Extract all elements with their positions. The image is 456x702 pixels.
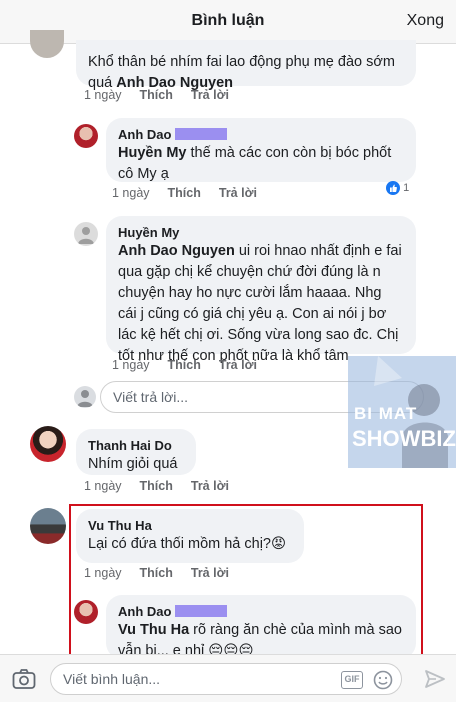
author-row: Anh Dao	[118, 603, 404, 620]
gif-button[interactable]: GIF	[341, 671, 363, 689]
author-name[interactable]: Anh Dao	[118, 604, 171, 619]
timestamp: 1 ngày	[84, 88, 122, 102]
timestamp: 1 ngày	[112, 358, 150, 372]
timestamp: 1 ngày	[112, 186, 150, 200]
comment-bubble: Anh Dao Huyền My thế mà các con còn bị b…	[106, 118, 416, 182]
avatar[interactable]	[74, 222, 98, 246]
comments-header: Bình luận Xong	[0, 0, 456, 44]
watermark-logo: BI MAT SHOWBIZ	[348, 356, 456, 468]
reply-button[interactable]: Trả lời	[219, 186, 257, 200]
comment-text: Nhím giỏi quá	[88, 456, 178, 472]
comment-bubble: Huyền My Anh Dao Nguyen ui roi hnao nhất…	[106, 216, 416, 364]
reaction-badge[interactable]: 1	[386, 181, 409, 195]
emoji-icon[interactable]	[373, 670, 393, 695]
mention-link[interactable]: Anh Dao Nguyen	[118, 243, 235, 259]
done-button[interactable]: Xong	[407, 12, 444, 30]
reply-button[interactable]: Trả lời	[191, 479, 229, 493]
avatar[interactable]	[74, 600, 98, 624]
watermark-text: BI MAT	[354, 404, 418, 423]
reply-button[interactable]: Trả lời	[191, 88, 229, 102]
comment-composer: GIF	[0, 654, 456, 702]
comment-actions: 1 ngày Thích Trả lời	[84, 479, 247, 493]
like-button[interactable]: Thích	[140, 566, 173, 580]
avatar[interactable]	[30, 30, 64, 58]
current-user-avatar	[74, 386, 96, 408]
redaction-bar	[175, 128, 228, 140]
author-name[interactable]: Anh Dao	[118, 127, 171, 142]
reaction-count: 1	[403, 181, 410, 194]
reply-button[interactable]: Trả lời	[191, 566, 229, 580]
timestamp: 1 ngày	[84, 479, 122, 493]
mention-link[interactable]: Vu Thu Ha	[118, 622, 189, 638]
send-icon[interactable]	[424, 669, 446, 694]
camera-icon[interactable]	[12, 668, 36, 695]
comment-actions: 1 ngày Thích Trả lời	[112, 186, 275, 200]
comment-bubble: Khổ thân bé nhím fai lao động phụ mẹ đào…	[76, 40, 416, 91]
watermark-text: SHOWBIZ	[352, 426, 456, 451]
comment-bubble: Thanh Hai Do Nhím giỏi quá	[76, 429, 196, 475]
comment-actions: 1 ngày Thích Trả lời	[84, 88, 247, 102]
avatar[interactable]	[74, 124, 98, 148]
comment-text: Lại có đứa thối mồm hả chị?😡	[88, 536, 287, 552]
author-name[interactable]: Thanh Hai Do	[88, 437, 184, 454]
timestamp: 1 ngày	[84, 566, 122, 580]
redaction-bar	[175, 605, 228, 617]
like-button[interactable]: Thích	[168, 358, 201, 372]
comment-actions: 1 ngày Thích Trả lời	[84, 566, 247, 580]
like-button[interactable]: Thích	[168, 186, 201, 200]
comment-bubble: Anh Dao Vu Thu Ha rõ ràng ăn chè của mìn…	[106, 595, 416, 659]
author-name[interactable]: Vu Thu Ha	[88, 517, 292, 534]
like-button[interactable]: Thích	[140, 88, 173, 102]
like-button[interactable]: Thích	[140, 479, 173, 493]
reply-button[interactable]: Trả lời	[219, 358, 257, 372]
author-name[interactable]: Huyền My	[118, 224, 404, 241]
avatar[interactable]	[30, 508, 66, 544]
comment-input-box[interactable]: GIF	[50, 663, 402, 695]
comment-input[interactable]	[51, 664, 321, 694]
thumbs-up-icon	[386, 181, 400, 195]
comment-text: ui roi hnao nhất định e fai qua gặp chị …	[118, 243, 402, 364]
author-row: Anh Dao	[118, 126, 404, 143]
header-title: Bình luận	[191, 12, 265, 29]
mention-link[interactable]: Huyền My	[118, 145, 187, 161]
avatar[interactable]	[30, 426, 66, 462]
comment-bubble: Vu Thu Ha Lại có đứa thối mồm hả chị?😡	[76, 509, 304, 563]
comment-actions: 1 ngày Thích Trả lời	[112, 358, 275, 372]
